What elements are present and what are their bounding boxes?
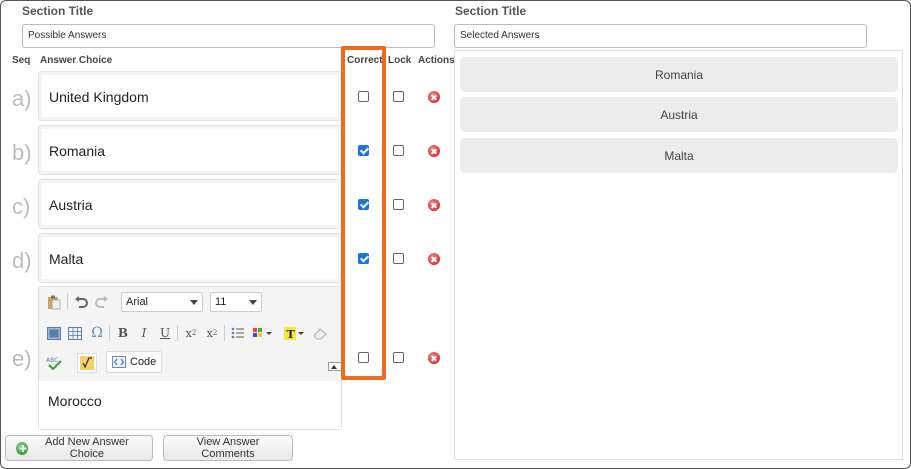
- toolbar-separator: [177, 325, 178, 341]
- lock-checkbox[interactable]: [393, 91, 404, 102]
- text-color-icon[interactable]: T: [283, 324, 307, 342]
- underline-icon[interactable]: U: [156, 324, 174, 342]
- correct-column-highlight: [341, 46, 386, 380]
- view-answer-comments-label: View Answer Comments: [196, 436, 260, 460]
- chevron-down-icon: [190, 300, 198, 305]
- lock-checkbox[interactable]: [393, 145, 404, 156]
- delete-icon[interactable]: [428, 253, 440, 265]
- seq-label: c): [12, 194, 31, 219]
- selected-answer-item[interactable]: Austria: [460, 97, 898, 132]
- view-answer-comments-button[interactable]: View Answer Comments: [163, 435, 293, 461]
- bullet-list-icon[interactable]: [229, 324, 247, 342]
- code-button[interactable]: Code: [106, 351, 163, 373]
- right-section-title-label: Section Title: [455, 4, 527, 18]
- column-header-seq: Seq: [12, 55, 31, 66]
- code-icon: [112, 356, 126, 368]
- image-icon[interactable]: [45, 324, 63, 342]
- chevron-down-icon: [249, 300, 257, 305]
- answer-choice-field[interactable]: Austria: [38, 179, 342, 229]
- answer-choice-field[interactable]: Malta: [38, 233, 342, 283]
- font-size-value: 11: [215, 296, 227, 308]
- subscript-icon[interactable]: x2: [182, 324, 200, 342]
- italic-icon[interactable]: I: [135, 324, 153, 342]
- toolbar-separator: [224, 325, 225, 341]
- formula-icon[interactable]: [77, 353, 97, 373]
- undo-icon[interactable]: [72, 293, 90, 311]
- eraser-icon[interactable]: [311, 324, 329, 342]
- bold-icon[interactable]: B: [114, 324, 132, 342]
- answer-choice-field[interactable]: Romania: [38, 125, 342, 175]
- delete-icon[interactable]: [428, 145, 440, 157]
- column-header-answer-choice: Answer Choice: [40, 55, 113, 66]
- seq-label: e): [12, 346, 32, 371]
- seq-label: b): [12, 140, 32, 165]
- toolbar-separator: [67, 294, 68, 310]
- seq-label: a): [12, 86, 32, 111]
- add-new-answer-choice-label: Add New Answer Choice: [45, 436, 129, 460]
- font-family-value: Arial: [126, 296, 149, 308]
- column-header-actions: Actions: [418, 55, 455, 66]
- superscript-icon[interactable]: x2: [203, 324, 221, 342]
- editor-content-area[interactable]: Morocco: [39, 381, 341, 429]
- omega-icon[interactable]: Ω: [88, 324, 106, 342]
- add-icon: [16, 441, 28, 455]
- selected-answer-item[interactable]: Malta: [460, 138, 898, 173]
- selected-answer-item[interactable]: Romania: [460, 57, 898, 92]
- add-new-answer-choice-button[interactable]: Add New Answer Choice: [5, 435, 153, 461]
- redo-icon[interactable]: [93, 293, 111, 311]
- font-family-select[interactable]: Arial: [121, 292, 203, 312]
- left-section-title-input[interactable]: Possible Answers: [22, 24, 435, 48]
- delete-icon[interactable]: [428, 199, 440, 211]
- lock-checkbox[interactable]: [393, 199, 404, 210]
- font-size-select[interactable]: 11: [210, 292, 262, 312]
- rich-text-editor: Arial 11 Ω B I U x2 x2 T ABC Code Morocc…: [38, 286, 342, 430]
- code-button-label: Code: [130, 356, 157, 368]
- resize-grip-icon[interactable]: [328, 362, 342, 371]
- lock-checkbox[interactable]: [393, 253, 404, 264]
- right-section-title-input[interactable]: Selected Answers: [454, 24, 867, 48]
- table-icon[interactable]: [66, 324, 84, 342]
- color-grid-icon[interactable]: [251, 324, 277, 342]
- lock-checkbox[interactable]: [393, 352, 404, 363]
- column-header-lock: Lock: [388, 55, 412, 66]
- spellcheck-icon[interactable]: ABC: [45, 354, 65, 372]
- svg-text:ABC: ABC: [46, 357, 58, 364]
- delete-icon[interactable]: [428, 352, 440, 364]
- svg-text:T: T: [287, 328, 296, 340]
- left-section-title-label: Section Title: [22, 4, 94, 18]
- seq-label: d): [12, 248, 32, 273]
- answer-choice-field[interactable]: United Kingdom: [38, 71, 342, 121]
- delete-icon[interactable]: [428, 91, 440, 103]
- toolbar-separator: [109, 325, 110, 341]
- paste-icon[interactable]: [45, 293, 63, 311]
